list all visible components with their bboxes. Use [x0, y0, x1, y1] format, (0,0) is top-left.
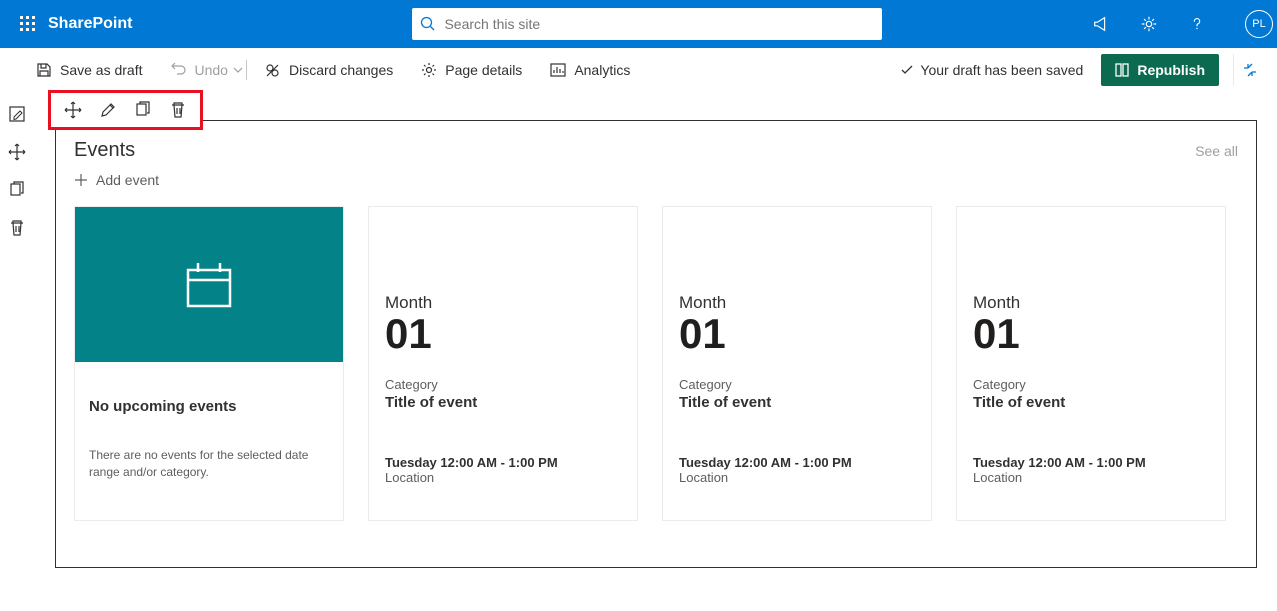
- event-time: Tuesday 12:00 AM - 1:00 PM: [679, 455, 915, 470]
- duplicate-section-button[interactable]: [7, 180, 27, 200]
- undo-icon: [171, 62, 187, 78]
- app-launcher-icon[interactable]: [12, 16, 44, 32]
- copy-icon: [134, 101, 152, 119]
- save-icon: [36, 62, 52, 78]
- draft-saved-status: Your draft has been saved: [900, 62, 1083, 78]
- search-icon: [420, 16, 436, 32]
- avatar-initials: PL: [1252, 18, 1265, 30]
- search-input[interactable]: [444, 16, 874, 32]
- page-details-button[interactable]: Page details: [421, 62, 522, 78]
- add-event-label: Add event: [96, 172, 159, 188]
- move-icon: [64, 101, 82, 119]
- event-category: Category: [679, 377, 915, 392]
- edit-webpart-button[interactable]: [96, 98, 120, 122]
- event-card[interactable]: Month 01 Category Title of event Tuesday…: [956, 206, 1226, 521]
- analytics-label: Analytics: [574, 62, 630, 78]
- divider: [246, 60, 247, 80]
- edit-section-icon: [8, 105, 26, 123]
- analytics-icon: [550, 62, 566, 78]
- event-day: 01: [385, 313, 621, 355]
- plus-icon: [74, 173, 88, 187]
- user-avatar[interactable]: PL: [1245, 10, 1273, 38]
- suite-header: SharePoint PL: [0, 0, 1277, 48]
- webpart-toolbar: [48, 90, 203, 130]
- event-title: Title of event: [973, 394, 1209, 411]
- trash-icon: [169, 101, 187, 119]
- republish-icon: [1115, 63, 1129, 77]
- events-webpart[interactable]: Events See all Add event No upcoming eve…: [55, 120, 1257, 568]
- calendar-icon: [182, 258, 236, 312]
- page-details-label: Page details: [445, 62, 522, 78]
- save-draft-label: Save as draft: [60, 62, 143, 78]
- undo-label: Undo: [195, 62, 228, 78]
- duplicate-webpart-button[interactable]: [131, 98, 155, 122]
- left-rail: [0, 92, 34, 238]
- pencil-icon: [99, 101, 117, 119]
- settings-icon[interactable]: [1137, 12, 1161, 36]
- trash-icon: [8, 219, 26, 237]
- event-time: Tuesday 12:00 AM - 1:00 PM: [973, 455, 1209, 470]
- edit-section-button[interactable]: [7, 104, 27, 124]
- event-day: 01: [679, 313, 915, 355]
- event-location: Location: [973, 470, 1209, 485]
- save-draft-button[interactable]: Save as draft: [36, 62, 143, 78]
- event-card[interactable]: Month 01 Category Title of event Tuesday…: [662, 206, 932, 521]
- add-event-button[interactable]: Add event: [74, 172, 1238, 188]
- move-icon: [8, 143, 26, 161]
- empty-message: There are no events for the selected dat…: [89, 447, 329, 481]
- republish-button[interactable]: Republish: [1101, 54, 1219, 86]
- empty-title: No upcoming events: [89, 398, 329, 415]
- analytics-button[interactable]: Analytics: [550, 62, 630, 78]
- move-webpart-button[interactable]: [61, 98, 85, 122]
- undo-chevron[interactable]: [233, 65, 243, 75]
- move-section-button[interactable]: [7, 142, 27, 162]
- events-title: Events: [74, 139, 135, 162]
- search-box[interactable]: [412, 8, 882, 40]
- gear-icon: [421, 62, 437, 78]
- see-all-link[interactable]: See all: [1195, 143, 1238, 159]
- event-category: Category: [385, 377, 621, 392]
- event-title: Title of event: [679, 394, 915, 411]
- event-location: Location: [385, 470, 621, 485]
- empty-state-card: No upcoming events There are no events f…: [74, 206, 344, 521]
- undo-button[interactable]: Undo: [171, 62, 228, 78]
- discard-icon: [263, 61, 281, 79]
- event-title: Title of event: [385, 394, 621, 411]
- draft-saved-label: Your draft has been saved: [920, 62, 1083, 78]
- discard-label: Discard changes: [289, 62, 393, 78]
- event-category: Category: [973, 377, 1209, 392]
- discard-button[interactable]: Discard changes: [263, 61, 393, 79]
- command-bar: Save as draft Undo Discard changes Page …: [0, 48, 1277, 92]
- republish-label: Republish: [1137, 62, 1205, 78]
- help-icon[interactable]: [1185, 12, 1209, 36]
- collapse-button[interactable]: [1233, 54, 1265, 86]
- event-time: Tuesday 12:00 AM - 1:00 PM: [385, 455, 621, 470]
- delete-section-button[interactable]: [7, 218, 27, 238]
- event-location: Location: [679, 470, 915, 485]
- event-card[interactable]: Month 01 Category Title of event Tuesday…: [368, 206, 638, 521]
- checkmark-icon: [900, 63, 914, 77]
- megaphone-icon[interactable]: [1089, 12, 1113, 36]
- copy-icon: [8, 181, 26, 199]
- brand-label[interactable]: SharePoint: [48, 15, 132, 33]
- event-day: 01: [973, 313, 1209, 355]
- delete-webpart-button[interactable]: [166, 98, 190, 122]
- chevron-down-icon: [233, 65, 243, 75]
- collapse-icon: [1242, 62, 1258, 78]
